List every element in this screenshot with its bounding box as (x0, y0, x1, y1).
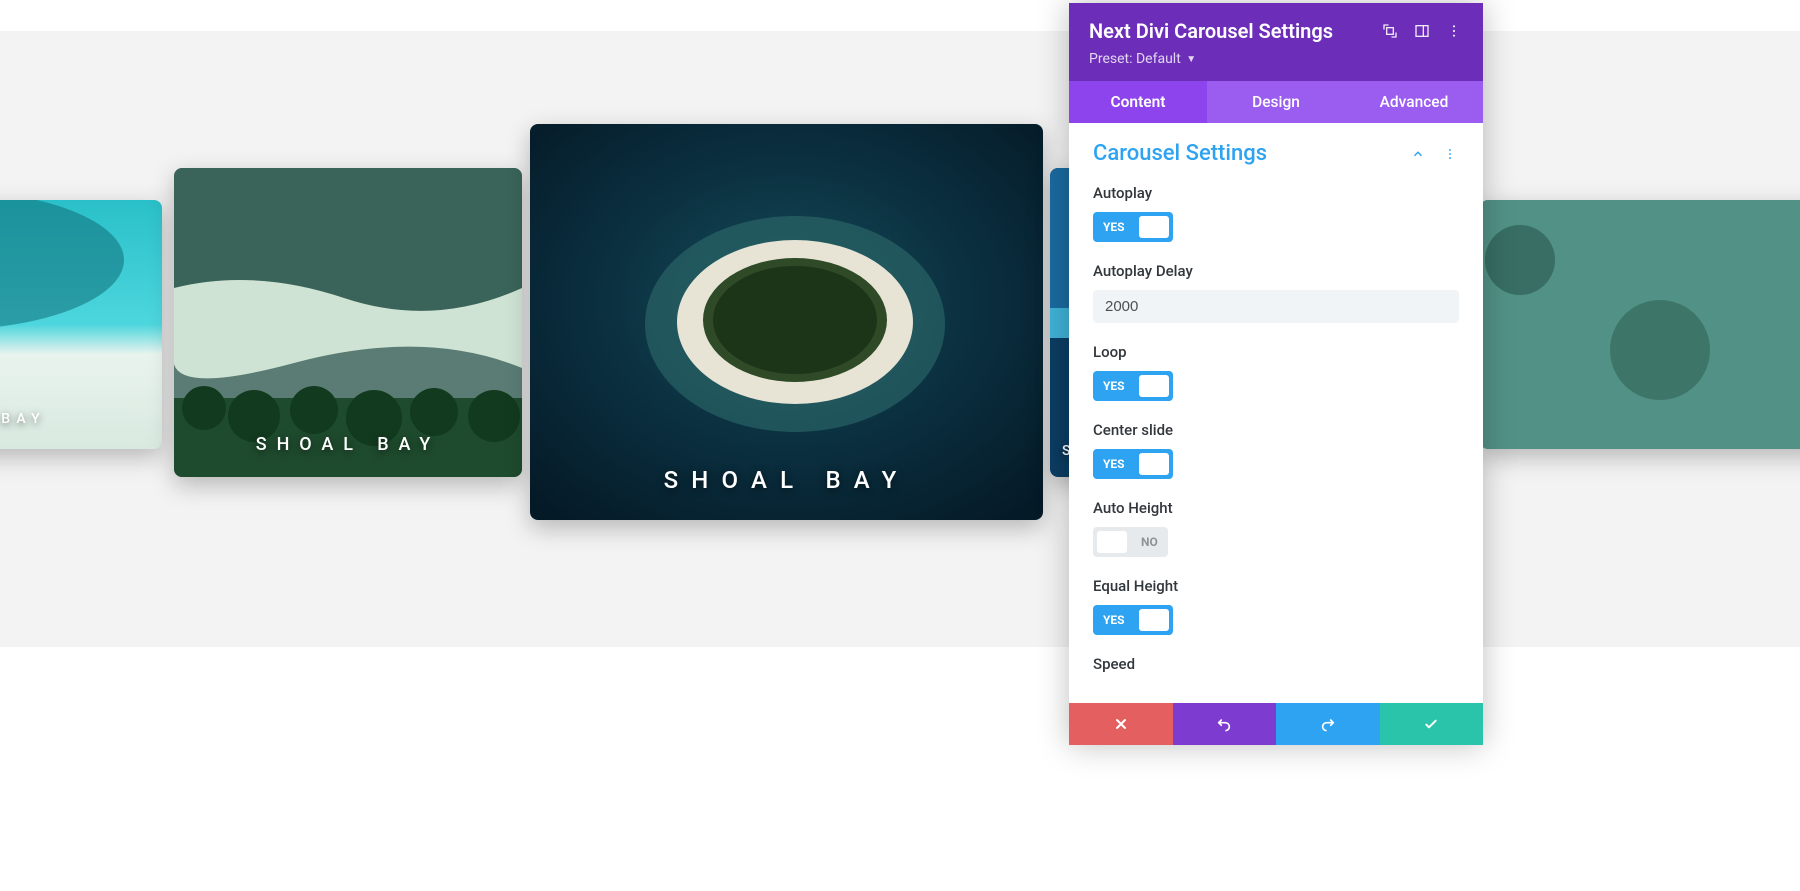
kebab-menu-icon[interactable] (1445, 22, 1463, 40)
panel-title: Next Divi Carousel Settings (1089, 19, 1367, 43)
speed-label: Speed (1093, 655, 1459, 673)
carousel-slide[interactable]: HOAL BAY (0, 200, 162, 449)
toggle-yes-text: YES (1093, 379, 1135, 393)
preset-value: Default (1136, 51, 1181, 67)
center-slide-label: Center slide (1093, 421, 1459, 439)
caret-down-icon: ▼ (1186, 54, 1196, 65)
tab-design[interactable]: Design (1207, 81, 1345, 123)
tab-content[interactable]: Content (1069, 81, 1207, 123)
carousel-slide[interactable] (1480, 200, 1800, 449)
expand-icon[interactable] (1381, 22, 1399, 40)
preset-label: Preset: (1089, 51, 1133, 67)
kebab-menu-icon[interactable] (1441, 145, 1459, 163)
autoplay-delay-label: Autoplay Delay (1093, 262, 1459, 280)
panel-body: Carousel Settings Autoplay YES Autoplay … (1069, 123, 1483, 703)
toggle-yes-text: YES (1093, 613, 1135, 627)
loop-label: Loop (1093, 343, 1459, 361)
redo-button[interactable] (1276, 703, 1380, 745)
center-slide-toggle[interactable]: YES (1093, 449, 1173, 479)
preset-selector[interactable]: Preset: Default ▼ (1089, 51, 1463, 67)
snap-layout-icon[interactable] (1413, 22, 1431, 40)
autoplay-label: Autoplay (1093, 184, 1459, 202)
undo-button[interactable] (1173, 703, 1277, 745)
loop-toggle[interactable]: YES (1093, 371, 1173, 401)
auto-height-label: Auto Height (1093, 499, 1459, 517)
autoplay-delay-input[interactable] (1093, 290, 1459, 323)
slide-caption: SHOAL BAY (530, 466, 1043, 494)
save-button[interactable] (1380, 703, 1484, 745)
panel-footer (1069, 703, 1483, 745)
carousel-slide[interactable]: SHOAL BAY (174, 168, 522, 477)
auto-height-toggle[interactable]: NO (1093, 527, 1168, 557)
carousel-slide-active[interactable]: SHOAL BAY (530, 124, 1043, 520)
chevron-up-icon[interactable] (1409, 145, 1427, 163)
slide-caption: HOAL BAY (0, 411, 162, 427)
toggle-yes-text: YES (1093, 220, 1135, 234)
settings-panel: Next Divi Carousel Settings Preset: Defa… (1069, 3, 1483, 745)
panel-tabs: Content Design Advanced (1069, 81, 1483, 123)
equal-height-toggle[interactable]: YES (1093, 605, 1173, 635)
equal-height-label: Equal Height (1093, 577, 1459, 595)
toggle-no-text: NO (1131, 535, 1168, 549)
toggle-yes-text: YES (1093, 457, 1135, 471)
tab-advanced[interactable]: Advanced (1345, 81, 1483, 123)
slide-caption: SHOAL BAY (174, 434, 522, 455)
autoplay-toggle[interactable]: YES (1093, 212, 1173, 242)
section-carousel-settings[interactable]: Carousel Settings (1093, 141, 1409, 166)
panel-header: Next Divi Carousel Settings Preset: Defa… (1069, 3, 1483, 81)
cancel-button[interactable] (1069, 703, 1173, 745)
